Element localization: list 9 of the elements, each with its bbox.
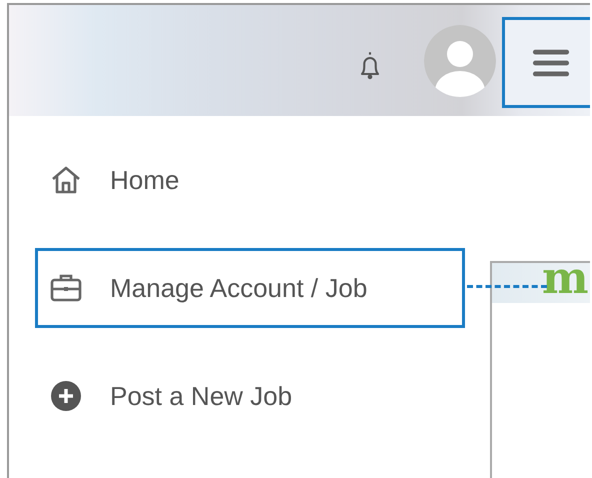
logo-text: m [542, 257, 589, 301]
menu-item[interactable]: Post a New Job [35, 356, 465, 436]
menu-item[interactable]: Home [35, 140, 465, 220]
menu-icon [532, 48, 570, 78]
briefcase-icon [50, 273, 82, 303]
menu-item[interactable]: Manage Account / Job [35, 248, 465, 328]
menu-button[interactable] [502, 17, 590, 108]
home-icon [50, 165, 82, 195]
plus-circle-icon [50, 380, 82, 412]
